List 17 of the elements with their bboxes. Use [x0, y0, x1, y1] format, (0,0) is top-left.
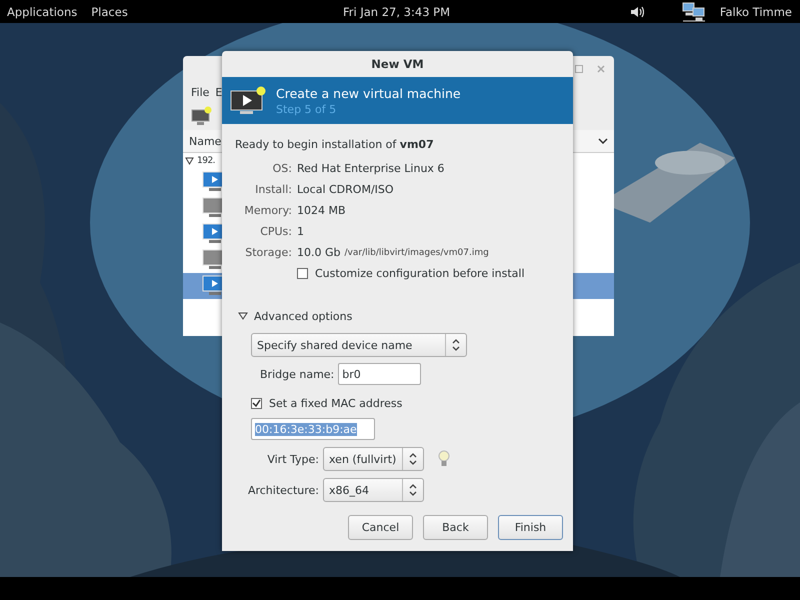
- step-label: Step 5 of 5: [276, 102, 338, 116]
- field-label: Storage:: [244, 245, 292, 261]
- window-title: New VM: [371, 57, 424, 71]
- field-label: Bridge name:: [260, 368, 334, 380]
- field-value: Local CDROM/ISO: [297, 183, 394, 196]
- field-value: 1: [297, 225, 304, 238]
- storage-path: /var/lib/libvirt/images/vm07.img: [344, 248, 489, 258]
- field-label: Memory:: [243, 203, 292, 219]
- field-value: 10.0 Gb: [297, 246, 340, 259]
- field-label: Install:: [254, 182, 292, 198]
- field-label: Virt Type:: [266, 452, 319, 468]
- field-value: Red Hat Enterprise Linux 6: [297, 162, 444, 175]
- field-label: CPUs:: [259, 224, 292, 240]
- header-title: Create a new virtual machine: [276, 86, 461, 100]
- summary-heading: Ready to begin installation of vm07: [235, 138, 435, 153]
- field-value: 1024 MB: [297, 204, 346, 217]
- field-label: OS:: [272, 161, 292, 177]
